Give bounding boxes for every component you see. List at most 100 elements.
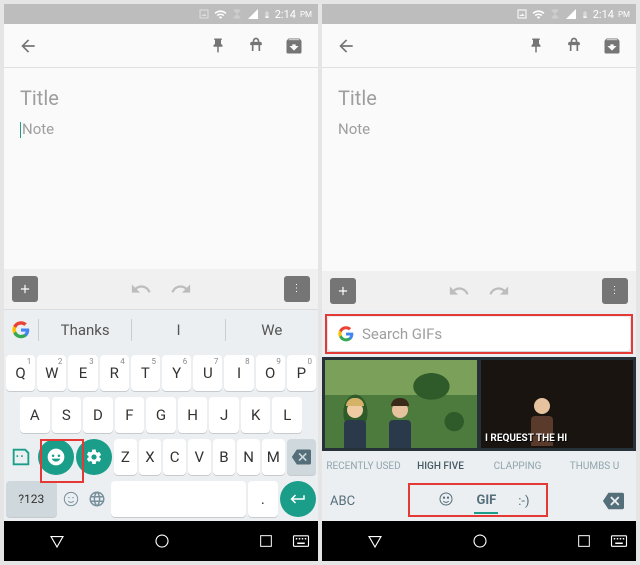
back-button[interactable] bbox=[12, 30, 44, 62]
suggestion-bar: Thanks I We bbox=[4, 309, 318, 349]
pin-button[interactable] bbox=[202, 30, 234, 62]
key-h[interactable]: H bbox=[178, 397, 208, 433]
nav-back-icon[interactable] bbox=[366, 532, 384, 550]
nav-back-icon[interactable] bbox=[48, 532, 66, 550]
key-z[interactable]: Z bbox=[114, 439, 137, 475]
key-c[interactable]: C bbox=[163, 439, 186, 475]
nav-keyboard-icon[interactable] bbox=[610, 534, 628, 548]
key-y[interactable]: Y6 bbox=[162, 355, 191, 391]
gif-bottom-bar: ABC GIF :-) bbox=[322, 481, 636, 521]
signal-icon bbox=[565, 8, 577, 20]
key-f[interactable]: F bbox=[115, 397, 145, 433]
app-toolbar bbox=[322, 24, 636, 68]
keyboard-row-2: ASDFGHJKL bbox=[6, 397, 316, 433]
note-input[interactable]: Note bbox=[338, 120, 620, 138]
redo-button[interactable] bbox=[166, 274, 196, 304]
key-o[interactable]: O9 bbox=[256, 355, 285, 391]
nav-home-icon[interactable] bbox=[153, 532, 171, 550]
gif-cat-recent[interactable]: RECENTLY USED bbox=[326, 461, 401, 472]
backspace-key[interactable] bbox=[287, 439, 316, 475]
reminder-button[interactable] bbox=[558, 30, 590, 62]
key-b[interactable]: B bbox=[213, 439, 236, 475]
note-input[interactable]: Note bbox=[20, 120, 302, 138]
abc-button[interactable]: ABC bbox=[330, 494, 370, 509]
gif-cat-clapping[interactable]: CLAPPING bbox=[480, 461, 555, 472]
globe-key[interactable] bbox=[85, 481, 109, 517]
space-key[interactable] bbox=[111, 481, 246, 517]
key-t[interactable]: T5 bbox=[131, 355, 160, 391]
nav-home-icon[interactable] bbox=[471, 532, 489, 550]
key-x[interactable]: X bbox=[139, 439, 162, 475]
reminder-button[interactable] bbox=[240, 30, 272, 62]
key-r[interactable]: R4 bbox=[100, 355, 129, 391]
status-time: 2:14 bbox=[593, 8, 614, 21]
picture-icon bbox=[516, 8, 528, 20]
key-m[interactable]: M bbox=[262, 439, 285, 475]
undo-button[interactable] bbox=[126, 274, 156, 304]
keyboard: Q1W2E3R4T5Y6U7I8O9P0 ASDFGHJKL ZXCVBNM ?… bbox=[4, 349, 318, 521]
emoji-small-key[interactable] bbox=[59, 481, 83, 517]
gif-thumb-1[interactable] bbox=[325, 360, 477, 448]
highlight-emoji bbox=[40, 439, 84, 483]
key-l[interactable]: L bbox=[272, 397, 302, 433]
pin-button[interactable] bbox=[520, 30, 552, 62]
nav-recent-icon[interactable] bbox=[576, 533, 592, 549]
back-button[interactable] bbox=[330, 30, 362, 62]
key-g[interactable]: G bbox=[146, 397, 176, 433]
sticker-key[interactable] bbox=[6, 439, 36, 475]
app-toolbar bbox=[4, 24, 318, 68]
archive-button[interactable] bbox=[278, 30, 310, 62]
status-bar: 2:14 PM bbox=[4, 4, 318, 24]
battery-icon bbox=[581, 8, 589, 21]
highlight-segmented bbox=[408, 483, 548, 517]
key-j[interactable]: J bbox=[209, 397, 239, 433]
nav-keyboard-icon[interactable] bbox=[292, 534, 310, 548]
phone-right: 2:14 PM Title Note ⋮ bbox=[322, 4, 636, 561]
period-key[interactable]: . bbox=[248, 481, 278, 517]
key-p[interactable]: P0 bbox=[287, 355, 316, 391]
backspace-button[interactable] bbox=[598, 488, 628, 514]
wifi-icon bbox=[532, 8, 545, 21]
gif-caption: I REQUEST THE HI bbox=[485, 433, 567, 444]
title-input[interactable]: Title bbox=[20, 86, 302, 110]
note-action-row: ⋮ bbox=[4, 269, 318, 309]
google-logo-button[interactable] bbox=[4, 321, 38, 339]
suggestion-1[interactable]: Thanks bbox=[38, 319, 131, 341]
key-i[interactable]: I8 bbox=[224, 355, 253, 391]
gif-cat-thumbs[interactable]: THUMBS U bbox=[557, 461, 632, 472]
menu-button[interactable]: ⋮ bbox=[602, 278, 628, 304]
menu-button[interactable]: ⋮ bbox=[284, 276, 310, 302]
key-w[interactable]: W2 bbox=[37, 355, 66, 391]
nav-recent-icon[interactable] bbox=[258, 533, 274, 549]
undo-button[interactable] bbox=[444, 276, 474, 306]
key-s[interactable]: S bbox=[52, 397, 82, 433]
key-k[interactable]: K bbox=[241, 397, 271, 433]
status-bar: 2:14 PM bbox=[322, 4, 636, 24]
key-e[interactable]: E3 bbox=[68, 355, 97, 391]
wifi-icon bbox=[214, 8, 227, 21]
highlight-search bbox=[325, 314, 633, 354]
key-u[interactable]: U7 bbox=[193, 355, 222, 391]
key-d[interactable]: D bbox=[83, 397, 113, 433]
gif-thumb-2[interactable]: I REQUEST THE HI bbox=[481, 360, 633, 448]
symbols-key[interactable]: ?123 bbox=[6, 481, 57, 517]
suggestion-3[interactable]: We bbox=[225, 319, 318, 341]
note-action-row: ⋮ bbox=[322, 271, 636, 311]
redo-button[interactable] bbox=[484, 276, 514, 306]
status-period: PM bbox=[618, 10, 630, 19]
phone-left: 2:14 PM Title Note ⋮ bbox=[4, 4, 318, 561]
add-button[interactable] bbox=[330, 278, 356, 304]
enter-key[interactable] bbox=[280, 481, 316, 517]
key-a[interactable]: A bbox=[20, 397, 50, 433]
suggestion-2[interactable]: I bbox=[131, 319, 224, 341]
note-content: Title Note bbox=[4, 68, 318, 269]
key-n[interactable]: N bbox=[237, 439, 260, 475]
gif-cat-highfive[interactable]: HIGH FIVE bbox=[403, 461, 478, 472]
title-input[interactable]: Title bbox=[338, 86, 620, 110]
status-time: 2:14 bbox=[275, 8, 296, 21]
key-v[interactable]: V bbox=[188, 439, 211, 475]
key-q[interactable]: Q1 bbox=[6, 355, 35, 391]
archive-button[interactable] bbox=[596, 30, 628, 62]
add-button[interactable] bbox=[12, 276, 38, 302]
keyboard-row-1: Q1W2E3R4T5Y6U7I8O9P0 bbox=[6, 355, 316, 391]
